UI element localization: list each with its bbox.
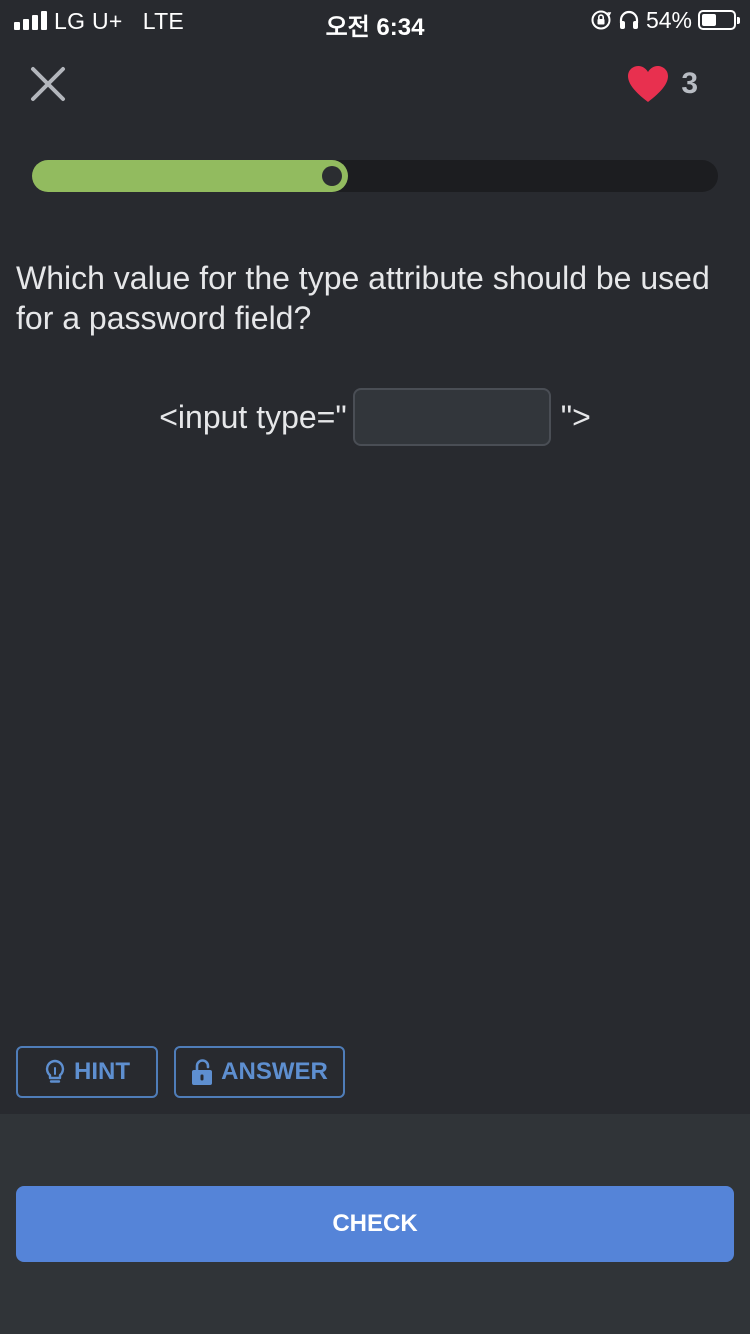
answer-label: ANSWER	[221, 1058, 328, 1085]
footer-panel: CHECK	[0, 1114, 750, 1334]
progress-knob	[322, 166, 342, 186]
hint-label: HINT	[74, 1058, 130, 1085]
close-button[interactable]	[28, 64, 68, 104]
question-text: Which value for the type attribute shoul…	[16, 260, 710, 336]
status-bar: LG U+ LTE 오전 6:34 54%	[0, 0, 750, 41]
progress-fill	[32, 160, 348, 192]
battery-icon	[698, 10, 740, 30]
code-suffix: ">	[560, 398, 591, 435]
code-snippet: <input type=" ">	[0, 388, 750, 446]
hint-button[interactable]: HINT	[16, 1046, 158, 1098]
heart-icon	[628, 66, 669, 102]
lives-count: 3	[681, 67, 698, 100]
battery-percentage: 54%	[645, 6, 692, 33]
quiz-screen: LG U+ LTE 오전 6:34 54% 3 Which value for …	[0, 0, 750, 1334]
answer-input[interactable]	[352, 388, 551, 446]
lightbulb-icon	[45, 1059, 65, 1083]
battery-level-fill	[702, 14, 716, 26]
show-answer-button[interactable]: ANSWER	[174, 1046, 345, 1098]
close-icon	[31, 67, 65, 101]
check-button[interactable]: CHECK	[16, 1186, 734, 1262]
unlock-icon	[192, 1059, 213, 1085]
lesson-progress-bar	[32, 160, 718, 192]
headphones-icon	[619, 10, 639, 29]
code-prefix: <input type="	[159, 398, 347, 435]
status-right-group: 54%	[590, 6, 740, 34]
orientation-lock-icon	[591, 10, 612, 30]
lives-indicator: 3	[627, 64, 698, 104]
